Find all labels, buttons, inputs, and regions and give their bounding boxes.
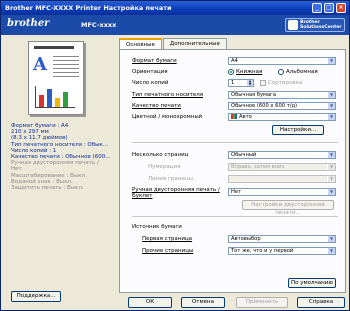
chevron-down-icon[interactable]: ▼ <box>247 82 253 86</box>
print-quality-value: Обычное (600 x 600 т/д) <box>231 103 298 109</box>
basic-tab-panel: Формат бумаги A4 ▼ Ориентация Книжная Ал… <box>119 49 346 293</box>
duplex-label: Ручная двусторонняя печать / Буклет <box>132 187 220 200</box>
duplex-select[interactable]: Нет ▼ <box>228 188 336 196</box>
page-preview-image: A <box>28 41 84 115</box>
landscape-label: Альбомная <box>286 69 318 75</box>
brother-logo: brother <box>7 18 50 29</box>
settings-summary: Формат бумаги : A4 210 x 297 мм (8.3 x 11.… <box>11 123 113 191</box>
color-mono-value: Авто <box>239 114 252 120</box>
other-pages-select[interactable]: Тот же, что и у первой ▼ <box>228 247 336 255</box>
first-page-select[interactable]: Автовыбор ▼ <box>228 235 336 243</box>
paper-size-label: Формат бумаги <box>132 58 177 64</box>
paper-size-value: A4 <box>231 58 238 64</box>
help-button[interactable]: Справка <box>297 297 345 308</box>
preview-chart-graphic <box>35 86 75 108</box>
orientation-label: Ориентация <box>132 69 168 75</box>
color-mono-select[interactable]: Авто ▼ <box>228 113 336 121</box>
landscape-radio[interactable] <box>278 69 284 75</box>
chevron-down-icon: ▼ <box>327 58 335 64</box>
paper-size-select[interactable]: A4 ▼ <box>228 57 336 65</box>
apply-button: Применить <box>236 297 288 308</box>
copies-label: Число копий <box>132 80 169 86</box>
cancel-button[interactable]: Отмена <box>181 297 225 308</box>
portrait-label: Книжная <box>236 69 263 75</box>
copies-stepper[interactable]: 1 ▲ ▼ <box>228 79 254 87</box>
media-type-label: Тип печатного носителя <box>132 92 204 98</box>
chevron-down-icon: ▼ <box>327 189 335 195</box>
border-line-label: Линия границы <box>148 176 193 182</box>
portrait-radio[interactable] <box>228 69 234 75</box>
window-title: Brother MFC-XXXX Printer Настройка печат… <box>5 4 172 12</box>
divider <box>132 216 338 217</box>
collate-checkbox[interactable] <box>260 80 266 86</box>
ok-button[interactable]: ОК <box>128 297 172 308</box>
media-type-select[interactable]: Обычная бумага ▼ <box>228 91 336 99</box>
close-button[interactable]: × <box>336 3 346 13</box>
solutions-center-line2: SolutionsCenter <box>300 25 342 30</box>
duplex-settings-button: Настройки двусторонней печати... <box>242 200 334 216</box>
print-preferences-dialog: Brother MFC-XXXX Printer Настройка печат… <box>0 0 350 311</box>
chevron-down-icon: ▼ <box>327 236 335 242</box>
title-bar[interactable]: Brother MFC-XXXX Printer Настройка печат… <box>1 1 349 15</box>
summary-line: Тип печатного носителя : Обык... <box>11 141 108 148</box>
solutions-center-button[interactable]: Brother SolutionsCenter <box>285 18 345 32</box>
first-page-value: Автовыбор <box>231 236 261 242</box>
chevron-down-icon: ▼ <box>327 164 335 170</box>
page-order-value: Вправо, затем вниз <box>231 164 285 170</box>
default-button[interactable]: По умолчанию <box>288 278 336 288</box>
collate-label: Сортировка <box>268 80 303 86</box>
summary-line: Защитить печать : Выкл. <box>11 185 84 192</box>
brand-banner: brother MFC-xxxx Brother SolutionsCenter <box>1 15 349 35</box>
page-order-select: Вправо, затем вниз ▼ <box>228 163 336 171</box>
divider <box>132 142 338 143</box>
print-quality-label: Качество печати <box>132 103 181 109</box>
chevron-down-icon: ▼ <box>327 92 335 98</box>
chevron-down-icon: ▼ <box>327 176 335 182</box>
chevron-down-icon: ▼ <box>327 114 335 120</box>
other-pages-label: Прочие страницы <box>142 248 194 254</box>
page-order-label: Нумерация <box>148 164 181 170</box>
color-swatch-icon <box>231 114 237 119</box>
maximize-button[interactable]: □ <box>324 3 334 13</box>
tab-advanced[interactable]: Дополнительные <box>162 38 227 49</box>
solutions-center-icon <box>288 20 298 30</box>
chevron-down-icon: ▼ <box>327 248 335 254</box>
support-button[interactable]: Поддержка... <box>11 291 61 302</box>
color-mono-label: Цветной / монохромный <box>132 114 203 120</box>
multiple-page-value: Обычный <box>231 152 257 158</box>
chevron-down-icon: ▼ <box>327 152 335 158</box>
other-pages-value: Тот же, что и у первой <box>231 248 294 254</box>
first-page-label: Первая страница <box>142 236 193 242</box>
border-line-select: ▼ <box>228 175 336 183</box>
chevron-down-icon: ▼ <box>327 103 335 109</box>
preview-panel: A Формат бумаги : A4 210 x 297 мм (8.3 x 1… <box>5 37 113 305</box>
media-type-value: Обычная бумага <box>231 92 277 98</box>
print-quality-select[interactable]: Обычное (600 x 600 т/д) ▼ <box>228 102 336 110</box>
duplex-value: Нет <box>231 189 242 195</box>
summary-line: Ручная двусторонняя печать / <box>11 160 99 167</box>
multiple-page-select[interactable]: Обычный ▼ <box>228 151 336 159</box>
copies-value: 1 <box>231 80 235 86</box>
minimize-button[interactable]: _ <box>312 3 322 13</box>
model-name: MFC-xxxx <box>81 21 117 29</box>
multiple-page-label: Несколько страниц <box>132 152 189 158</box>
settings-button[interactable]: Настройки... <box>272 125 324 135</box>
paper-source-label: Источник бумаги <box>132 224 182 230</box>
preview-letter-glyph: A <box>33 54 47 75</box>
